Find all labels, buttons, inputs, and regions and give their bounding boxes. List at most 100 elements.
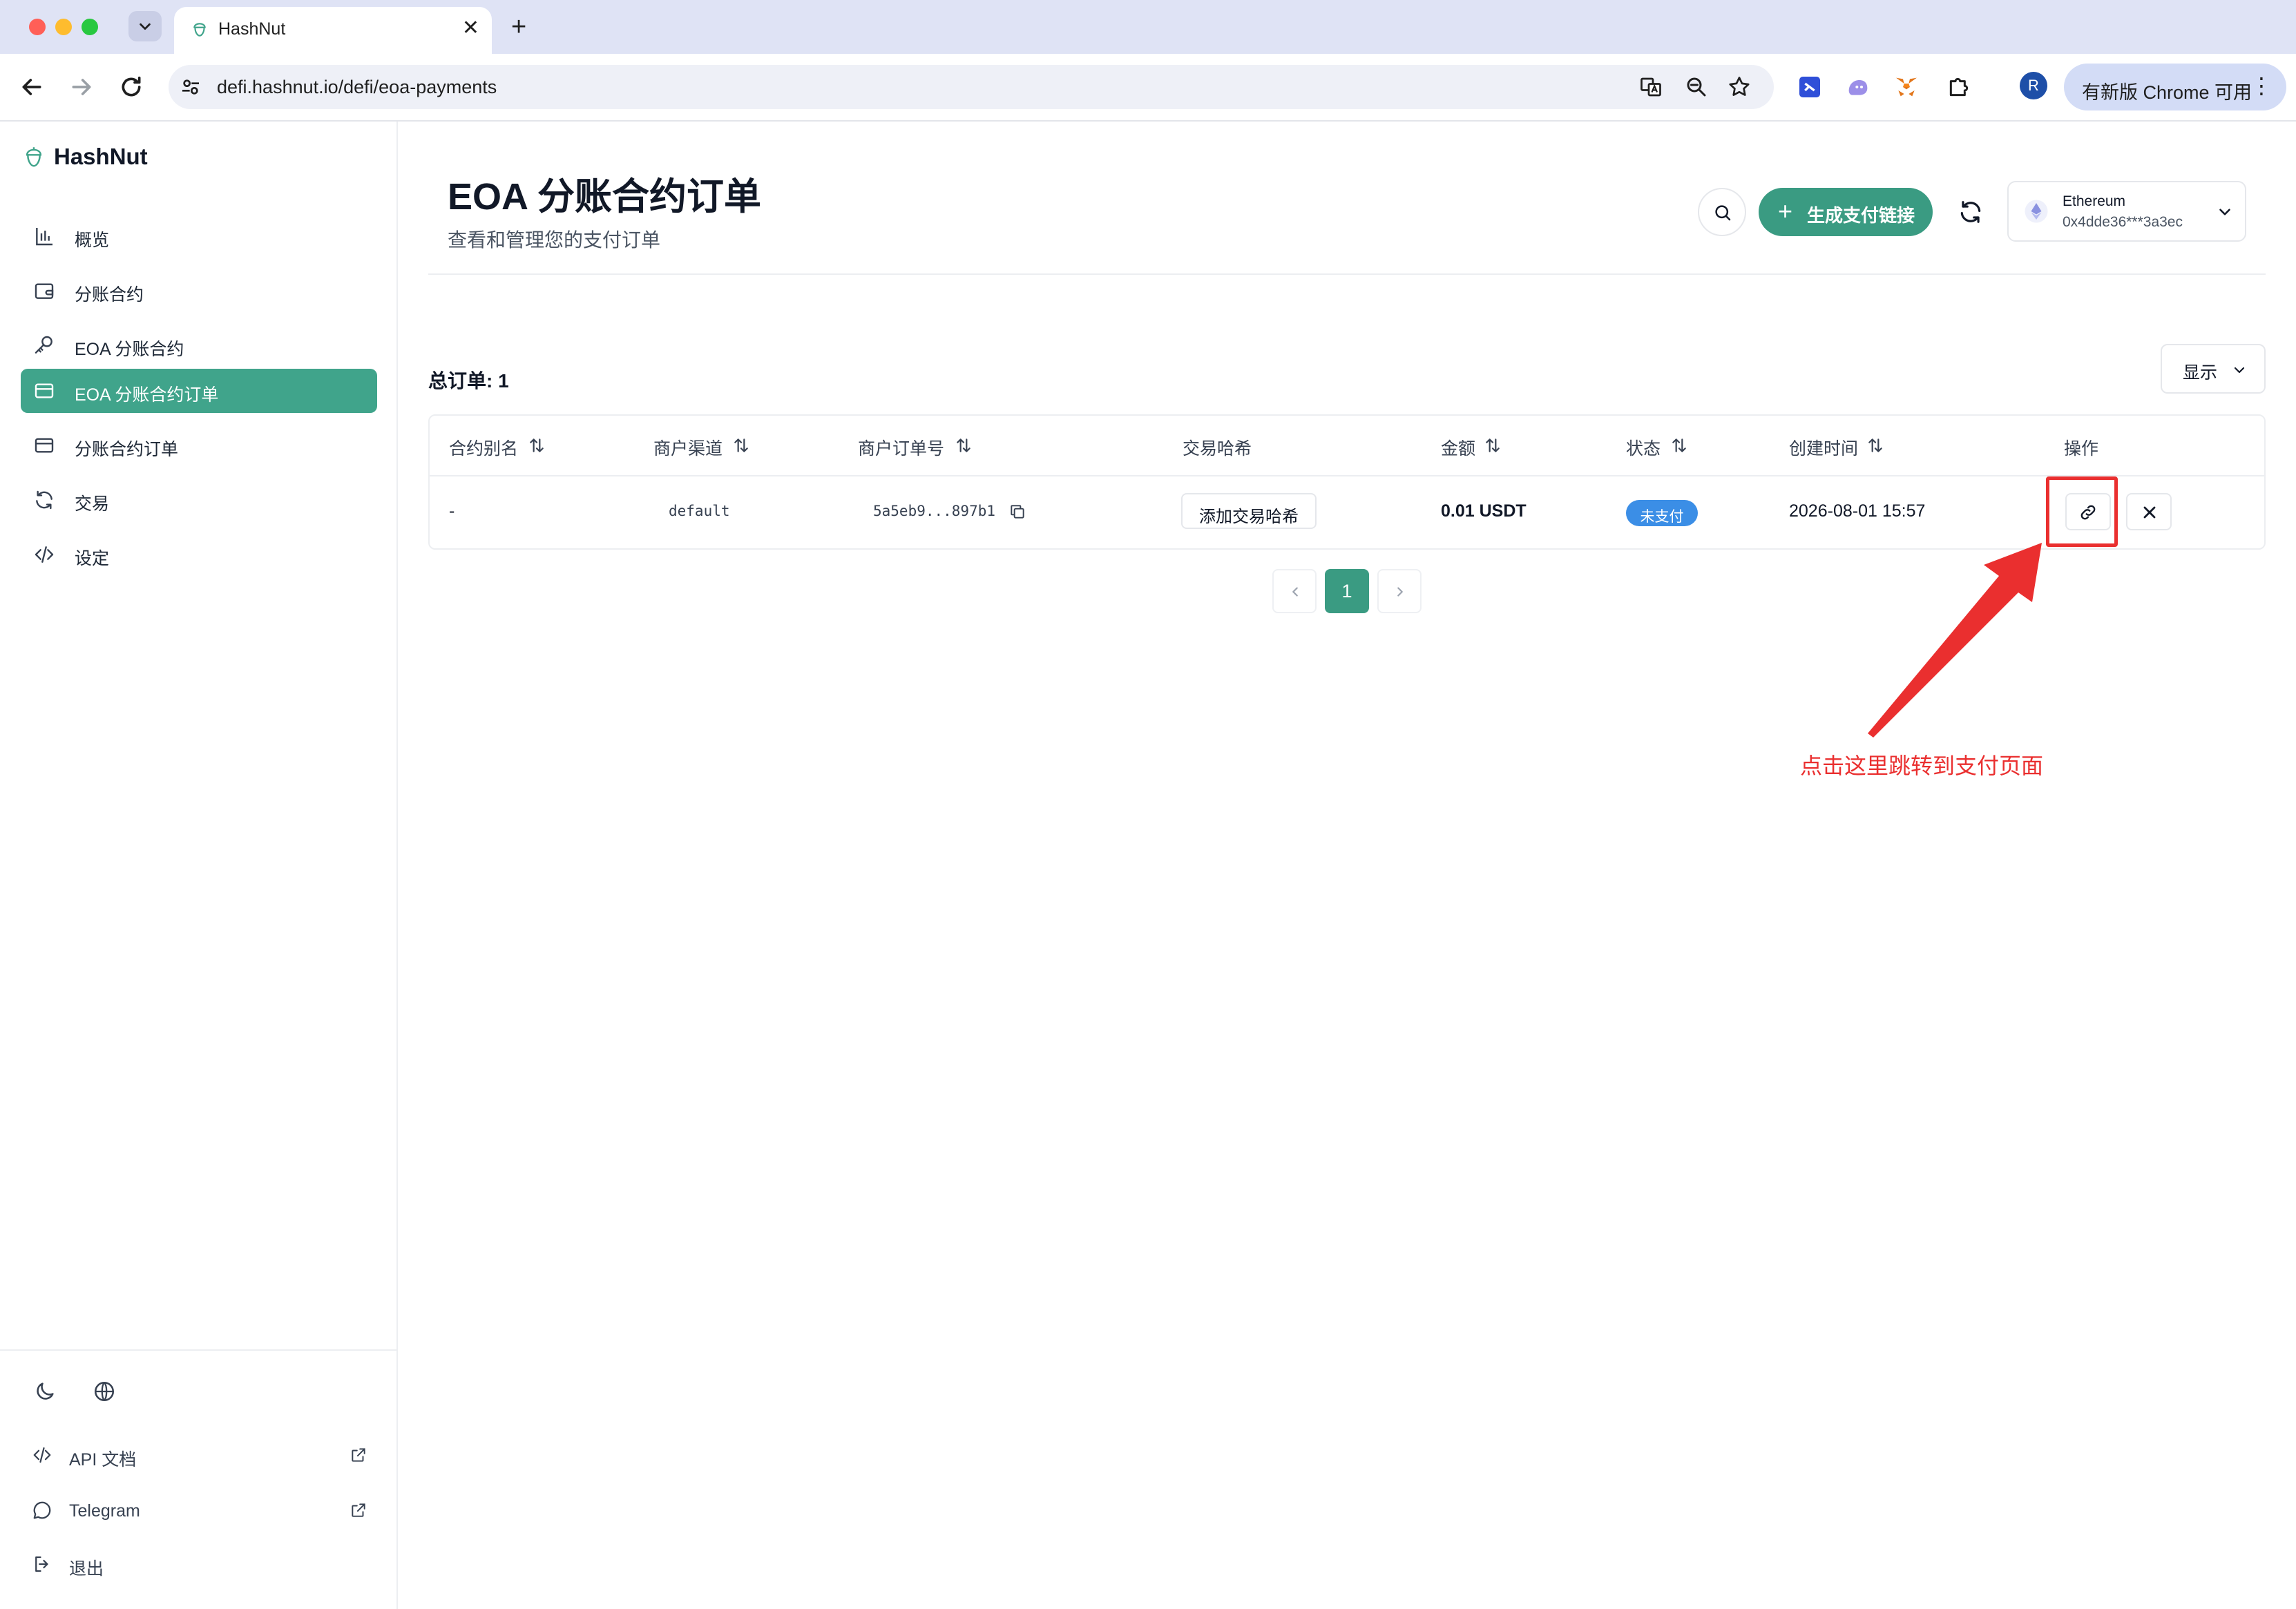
sidebar: HashNut 概览 分账合约 EOA 分账合约 EOA 分账合约订单 分账合约… (0, 122, 398, 1609)
column-display-button[interactable]: 显示 (2161, 344, 2266, 394)
bar-chart-icon (36, 228, 52, 246)
back-icon[interactable] (18, 73, 46, 101)
page-title: EOA 分账合约订单 (448, 176, 762, 218)
metamask-fox-icon[interactable] (1893, 73, 1920, 101)
cell-alias: - (449, 501, 455, 521)
window-maximize-button[interactable] (82, 19, 98, 35)
wallet-icon (35, 283, 54, 299)
sidebar-item-label: 分账合约订单 (75, 440, 179, 459)
logout-label: 退出 (69, 1559, 104, 1579)
column-header-created[interactable]: 创建时间 (1789, 435, 1858, 460)
chevron-left-icon (1292, 587, 1298, 597)
bookmark-star-icon[interactable] (1727, 75, 1752, 99)
extension-ghost-icon[interactable] (1844, 73, 1872, 101)
chrome-update-button[interactable]: 有新版 Chrome 可用 ⋮ (2064, 64, 2286, 110)
sidebar-item-overview[interactable]: 概览 (21, 214, 377, 258)
url-text: defi.hashnut.io/defi/eoa-payments (217, 77, 497, 97)
page-subtitle: 查看和管理您的支付订单 (448, 229, 661, 251)
sidebar-item-split-orders[interactable]: 分账合约订单 (21, 423, 377, 468)
cell-created-at: 2026-08-01 15:57 (1789, 501, 1926, 521)
pagination-prev-button[interactable] (1272, 569, 1317, 613)
language-globe-icon[interactable] (93, 1380, 116, 1403)
browser-tab-active[interactable]: HashNut ✕ (174, 7, 492, 54)
copy-icon[interactable] (1008, 503, 1026, 521)
plus-icon: + (1778, 197, 1793, 225)
orders-table: 合约别名 商户渠道 商户订单号 交易哈希 金额 状态 创建时间 操作 - def… (428, 414, 2266, 550)
window-close-button[interactable] (29, 19, 46, 35)
sort-icon[interactable] (732, 436, 750, 454)
forward-icon[interactable] (68, 73, 95, 101)
generate-payment-link-label: 生成支付链接 (1807, 205, 1915, 226)
hashnut-logo-icon (26, 147, 42, 167)
sidebar-item-label: 设定 (75, 549, 110, 568)
sidebar-item-label: 概览 (75, 231, 110, 250)
extensions-puzzle-icon[interactable] (1945, 73, 1973, 101)
site-info-icon[interactable] (180, 76, 202, 98)
column-header-channel[interactable]: 商户渠道 (653, 435, 723, 460)
sidebar-item-label: 分账合约 (75, 285, 144, 305)
search-button[interactable] (1698, 188, 1746, 236)
window-minimize-button[interactable] (55, 19, 72, 35)
sidebar-item-transactions[interactable]: 交易 (21, 478, 377, 522)
sidebar-item-label: 交易 (75, 494, 110, 514)
sort-icon[interactable] (1670, 436, 1688, 454)
sidebar-item-eoa-contract[interactable]: EOA 分账合约 (21, 323, 377, 367)
card-icon (35, 383, 54, 398)
add-tx-hash-button[interactable]: 添加交易哈希 (1181, 493, 1317, 529)
reload-icon[interactable] (117, 73, 145, 101)
column-header-amount[interactable]: 金额 (1441, 435, 1475, 460)
code-icon (35, 546, 54, 563)
new-tab-button[interactable]: + (511, 14, 526, 40)
sidebar-item-eoa-orders[interactable]: EOA 分账合约订单 (21, 369, 377, 413)
sidebar-item-settings[interactable]: 设定 (21, 532, 377, 577)
wallet-address: 0x4dde36***3a3ec (2063, 214, 2183, 230)
profile-avatar[interactable]: R (2020, 72, 2047, 99)
sidebar-item-label: EOA 分账合约订单 (75, 385, 219, 405)
generate-payment-link-button[interactable]: + 生成支付链接 (1759, 188, 1933, 236)
api-docs-label: API 文档 (69, 1450, 137, 1470)
sort-icon[interactable] (1484, 436, 1502, 454)
translate-icon[interactable] (1638, 75, 1663, 99)
browser-toolbar: defi.hashnut.io/defi/eoa-payments R 有新版 … (0, 54, 2296, 122)
tab-search-button[interactable] (128, 11, 162, 41)
telegram-label: Telegram (69, 1501, 140, 1521)
chat-icon (33, 1501, 51, 1519)
annotation-text: 点击这里跳转到支付页面 (1800, 753, 2044, 778)
api-docs-link[interactable]: API 文档 (29, 1441, 367, 1471)
address-bar[interactable]: defi.hashnut.io/defi/eoa-payments (169, 65, 1774, 109)
delete-order-button[interactable] (2126, 493, 2172, 530)
display-label: 显示 (2183, 363, 2218, 383)
pagination-next-button[interactable] (1377, 569, 1422, 613)
zoom-icon[interactable] (1684, 75, 1709, 99)
more-menu-icon[interactable]: ⋮ (2250, 73, 2273, 98)
sidebar-item-label: EOA 分账合约 (75, 340, 184, 359)
hashnut-logo-icon (193, 23, 206, 37)
tab-title: HashNut (218, 19, 286, 39)
wallet-network: Ethereum (2063, 193, 2126, 209)
refresh-icon[interactable] (1958, 199, 1984, 225)
dark-mode-moon-icon[interactable] (33, 1380, 57, 1403)
status-badge: 未支付 (1626, 500, 1698, 526)
logout-link[interactable]: 退出 (29, 1550, 367, 1580)
browser-tab-strip: HashNut ✕ + (0, 0, 2296, 54)
extension-shield-icon[interactable] (1796, 73, 1824, 101)
chevron-down-icon (2219, 209, 2230, 215)
chevron-down-icon (140, 23, 151, 30)
column-header-status[interactable]: 状态 (1626, 435, 1661, 460)
column-header-alias[interactable]: 合约别名 (449, 435, 518, 460)
pagination-page-button[interactable]: 1 (1325, 569, 1369, 613)
sort-icon[interactable] (1866, 436, 1884, 454)
column-header-actions: 操作 (2064, 439, 2099, 459)
wallet-selector[interactable]: Ethereum 0x4dde36***3a3ec (2007, 181, 2246, 242)
column-header-order-no[interactable]: 商户订单号 (858, 435, 944, 460)
tab-close-icon[interactable]: ✕ (462, 18, 479, 39)
search-icon (1715, 205, 1731, 221)
annotation-arrow-icon (1868, 543, 2042, 738)
sidebar-divider (0, 1349, 396, 1351)
sort-icon[interactable] (955, 436, 973, 454)
sidebar-item-split-contract[interactable]: 分账合约 (21, 269, 377, 313)
telegram-link[interactable]: Telegram (29, 1496, 367, 1526)
chevron-down-icon (2234, 367, 2245, 374)
sort-icon[interactable] (528, 436, 546, 454)
cell-order-no: 5a5eb9...897b1 (873, 503, 996, 519)
